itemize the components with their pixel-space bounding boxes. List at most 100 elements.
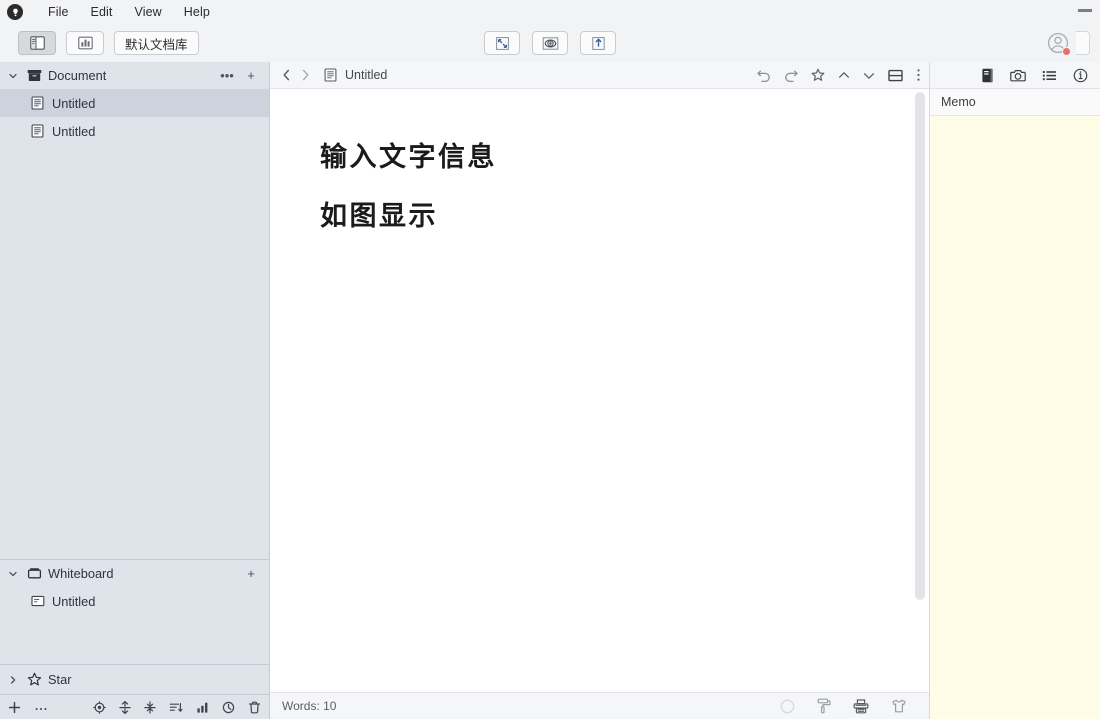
document-line-2[interactable]: 如图显示: [320, 200, 929, 234]
sidebar-scroll-area: Document ••• +: [0, 62, 269, 694]
back-button[interactable]: [282, 69, 291, 81]
editor-title-group: Untitled: [324, 68, 387, 82]
export-button[interactable]: [580, 31, 616, 55]
sidebar-item-document-2[interactable]: Untitled: [0, 117, 269, 145]
focus-mode-button[interactable]: [532, 31, 568, 55]
chevron-right-icon[interactable]: [6, 675, 20, 685]
plus-icon[interactable]: [8, 701, 21, 714]
sidebar-section-star: Star: [0, 664, 269, 694]
editor-pane: Untitled: [270, 62, 930, 719]
document-page[interactable]: 输入文字信息 如图显示: [270, 89, 929, 234]
memo-content-area[interactable]: [930, 116, 1100, 719]
sidebar-panel-icon: [30, 36, 45, 50]
undo-button[interactable]: [757, 69, 771, 82]
eye-icon: [542, 36, 559, 51]
app-logo-icon: [7, 4, 23, 20]
sort-descending-icon[interactable]: [169, 701, 183, 714]
menu-item-edit[interactable]: Edit: [80, 3, 124, 21]
outline-toggle-button[interactable]: [66, 31, 104, 55]
archive-box-icon: [26, 69, 42, 82]
prev-button[interactable]: [838, 71, 850, 80]
bar-chart-icon: [78, 36, 93, 50]
target-icon[interactable]: [93, 701, 106, 714]
sidebar-footer-right: [93, 701, 261, 714]
export-upload-icon: [591, 36, 606, 51]
trash-icon[interactable]: [248, 701, 261, 714]
sidebar-section-label: Whiteboard: [48, 566, 236, 581]
favorite-button[interactable]: [811, 68, 825, 82]
typewriter-button[interactable]: [853, 699, 869, 714]
menu-item-view[interactable]: View: [124, 3, 173, 21]
whiteboard-item-icon: [30, 595, 45, 607]
editor-document-title[interactable]: Untitled: [345, 68, 387, 82]
whiteboard-box-icon: [26, 567, 42, 580]
next-button[interactable]: [863, 71, 875, 80]
application-window: File Edit View Help: [0, 0, 1100, 719]
star-icon: [26, 672, 42, 687]
sidebar-footer-toolbar: [0, 694, 269, 719]
account-avatar-button[interactable]: [1046, 31, 1070, 55]
add-whiteboard-button[interactable]: +: [242, 566, 260, 581]
sidebar-section-header-whiteboard[interactable]: Whiteboard +: [0, 560, 269, 587]
minimize-window-button[interactable]: [1078, 9, 1092, 12]
sidebar-section-label: Star: [48, 672, 260, 687]
info-circle-icon: [1073, 68, 1088, 83]
clock-icon[interactable]: [222, 701, 235, 714]
bar-chart-icon[interactable]: [196, 701, 209, 714]
forward-button[interactable]: [301, 69, 310, 81]
memo-book-button[interactable]: [981, 68, 994, 83]
chevron-down-icon[interactable]: [6, 71, 20, 81]
more-options-button[interactable]: •••: [218, 68, 236, 83]
expand-vertical-icon[interactable]: [119, 701, 131, 714]
sidebar-item-whiteboard-1[interactable]: Untitled: [0, 587, 269, 615]
sidebar-section-header-star[interactable]: Star: [0, 665, 269, 694]
main-body: Document ••• +: [0, 62, 1100, 719]
split-view-button[interactable]: [888, 69, 903, 82]
memo-list-button[interactable]: [1042, 69, 1057, 82]
document-library-selector[interactable]: 默认文档库: [114, 31, 199, 55]
editor-status-bar: Words: 10: [270, 692, 929, 719]
sidebar-item-label: Untitled: [52, 96, 95, 111]
collapse-vertical-icon[interactable]: [144, 701, 156, 714]
memo-info-button[interactable]: [1073, 68, 1088, 83]
document-line-1[interactable]: 输入文字信息: [320, 141, 929, 175]
sidebar-section-header-document[interactable]: Document ••• +: [0, 62, 269, 89]
memo-camera-button[interactable]: [1010, 69, 1026, 82]
word-count-label: Words: 10: [282, 699, 336, 713]
paint-roller-button[interactable]: [817, 698, 831, 714]
menu-bar: File Edit View Help: [0, 0, 1100, 24]
sidebar: Document ••• +: [0, 62, 270, 719]
sidebar-item-document-1[interactable]: Untitled: [0, 89, 269, 117]
notification-badge: [1062, 47, 1071, 56]
editor-canvas[interactable]: 输入文字信息 如图显示: [270, 89, 929, 692]
toolbar-right-group: [1046, 31, 1100, 55]
editor-vertical-scrollbar[interactable]: [915, 92, 925, 600]
menu-item-file[interactable]: File: [37, 3, 80, 21]
document-icon: [30, 124, 45, 138]
sidebar-toggle-button[interactable]: [18, 31, 56, 55]
editor-tools-group: [757, 68, 921, 82]
menu-item-help[interactable]: Help: [173, 3, 221, 21]
memo-header-toolbar: [930, 62, 1100, 89]
status-circle-button[interactable]: [780, 699, 795, 714]
book-filled-icon: [981, 68, 994, 83]
camera-icon: [1010, 69, 1026, 82]
toolbar-left-group: 默认文档库: [0, 31, 199, 55]
sidebar-section-document: Document ••• +: [0, 62, 269, 145]
editor-nav-group: [282, 69, 310, 81]
status-bar-icons: [780, 698, 907, 714]
editor-header: Untitled: [270, 62, 929, 89]
more-menu-button[interactable]: [916, 68, 921, 82]
chevron-down-icon[interactable]: [6, 569, 20, 579]
ellipsis-icon[interactable]: [34, 701, 48, 714]
sidebar-footer-left: [8, 701, 48, 714]
toolbar-overflow-area[interactable]: [1076, 31, 1090, 55]
sidebar-section-whiteboard: Whiteboard + Untitled: [0, 559, 269, 664]
document-icon: [30, 96, 45, 110]
main-toolbar: 默认文档库: [0, 24, 1100, 62]
fullscreen-button[interactable]: [484, 31, 520, 55]
theme-shirt-button[interactable]: [891, 699, 907, 713]
redo-button[interactable]: [784, 69, 798, 82]
sidebar-item-label: Untitled: [52, 124, 95, 139]
add-document-button[interactable]: +: [242, 68, 260, 83]
